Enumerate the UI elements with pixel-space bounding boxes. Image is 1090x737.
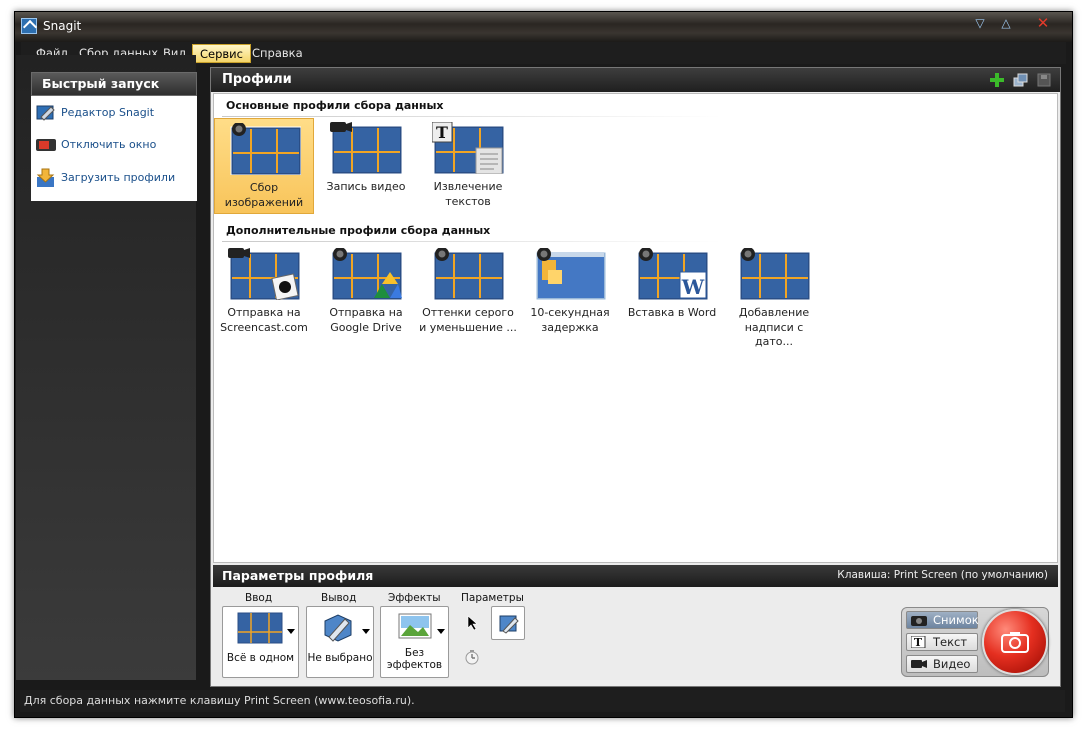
caption-icon	[739, 248, 810, 300]
quick-start-sidebar: Быстрый запуск Редактор Snagit Отключить…	[16, 55, 197, 680]
effects-value-line2: эффектов	[386, 659, 443, 671]
options-button[interactable]	[491, 606, 525, 640]
quick-start-label: Редактор Snagit	[61, 106, 155, 119]
timer-icon	[535, 248, 606, 300]
profile-label: Вставка в Word	[627, 306, 717, 319]
profiles-title: Профили	[222, 72, 292, 87]
quick-start-item-disable-window[interactable]: Отключить окно	[35, 133, 195, 157]
section-divider	[222, 116, 722, 117]
quick-start-label: Загрузить профили	[61, 171, 176, 184]
profile-google-drive[interactable]: Отправка на Google Drive	[316, 244, 416, 340]
effects-value-line1: Без	[404, 647, 425, 659]
status-bar: Для сбора данных нажмите клавишу Print S…	[20, 690, 1065, 712]
grayscale-icon	[433, 248, 504, 300]
input-selector[interactable]: Всё в одном	[222, 606, 299, 678]
chevron-down-icon	[362, 629, 370, 634]
menu-service[interactable]: Сервис	[192, 44, 251, 63]
google-drive-icon	[331, 248, 402, 300]
title-bar[interactable]: Snagit ▽ △ ✕	[15, 12, 1072, 42]
load-profiles-icon	[36, 168, 55, 187]
mode-label: Снимок	[933, 613, 979, 627]
input-all-in-one-icon	[237, 612, 283, 644]
capture-control: Снимок T Текст Видео	[901, 607, 1049, 677]
cursor-icon[interactable]	[467, 615, 479, 631]
restore-icon[interactable]: △	[995, 14, 1017, 32]
chevron-down-icon	[437, 629, 445, 634]
quick-start-header: Быстрый запуск	[31, 72, 197, 96]
input-label: Ввод	[245, 592, 273, 604]
capture-button[interactable]	[982, 609, 1048, 675]
profile-grayscale[interactable]: Оттенки серого и уменьшение ...	[418, 244, 518, 340]
camera-icon	[230, 123, 301, 175]
text-icon: T	[911, 636, 926, 648]
profile-image-capture[interactable]: Сбор изображений	[214, 118, 314, 214]
video-camera-icon	[911, 660, 927, 668]
quick-start-item-load-profiles[interactable]: Загрузить профили	[35, 166, 195, 190]
output-label: Вывод	[321, 592, 357, 604]
profile-screencast[interactable]: Отправка на Screencast.com	[214, 244, 314, 340]
profile-video-recording[interactable]: Запись видео	[316, 118, 416, 214]
mode-label: Видео	[933, 657, 971, 671]
profile-label: Сбор изображений	[224, 181, 304, 209]
timer-icon[interactable]	[464, 649, 480, 665]
minimize-icon[interactable]: ▽	[969, 14, 991, 32]
profiles-area: Основные профили сбора данных Сбор изобра…	[213, 93, 1058, 563]
menu-help[interactable]: Справка	[245, 44, 310, 63]
basic-profiles-title: Основные профили сбора данных	[226, 99, 444, 112]
video-camera-icon	[330, 122, 402, 174]
snagit-editor-icon	[36, 105, 55, 121]
profile-label: Добавление надписи с дато...	[738, 306, 810, 348]
effects-label: Эффекты	[388, 592, 441, 604]
text-icon: T	[432, 122, 504, 174]
quick-start-label: Отключить окно	[61, 138, 157, 151]
effects-icon	[398, 613, 432, 639]
window-title: Snagit	[43, 19, 82, 33]
save-profile-icon[interactable]	[1036, 72, 1052, 88]
mode-video-button[interactable]: Видео	[906, 655, 978, 673]
profile-settings-header: Параметры профиля Клавиша: Print Screen …	[213, 565, 1058, 587]
svg-text:T: T	[914, 636, 923, 648]
extra-profiles-title: Дополнительные профили сбора данных	[226, 224, 491, 237]
main-panel: Профили Основные профили сбора данных Сб…	[210, 67, 1061, 687]
svg-text:T: T	[436, 123, 448, 142]
snagit-editor-icon	[499, 615, 519, 634]
profile-label: Оттенки серого и уменьшение ...	[419, 306, 517, 334]
output-selector[interactable]: Не выбрано	[306, 606, 374, 678]
output-value: Не выбрано	[307, 652, 373, 664]
profile-label: Извлечение текстов	[433, 180, 503, 208]
mode-image-button[interactable]: Снимок	[906, 611, 979, 629]
profile-label: Запись видео	[326, 180, 406, 193]
hotkey-hint: Клавиша: Print Screen (по умолчанию)	[837, 569, 1048, 581]
camera-icon	[1001, 632, 1029, 653]
profile-10s-delay[interactable]: 10-секундная задержка	[520, 244, 620, 340]
quick-start-item-editor[interactable]: Редактор Snagit	[35, 101, 195, 125]
svg-text:W: W	[681, 275, 705, 299]
close-icon[interactable]: ✕	[1032, 14, 1054, 32]
profile-text-extraction[interactable]: T Извлечение текстов	[418, 118, 518, 214]
manage-profiles-icon[interactable]	[1013, 72, 1029, 88]
word-icon: W	[637, 248, 708, 300]
mode-label: Текст	[933, 635, 968, 649]
snagit-app-icon	[21, 18, 37, 34]
profile-label: Отправка на Google Drive	[329, 306, 403, 334]
mode-text-button[interactable]: T Текст	[906, 633, 978, 651]
profile-settings-area: Ввод Всё в одном Вывод Не выбрано Эффект…	[213, 587, 1058, 683]
effects-selector[interactable]: Без эффектов	[380, 606, 449, 678]
profile-caption-date[interactable]: Добавление надписи с дато...	[724, 244, 824, 348]
output-editor-icon	[324, 614, 352, 642]
add-profile-icon[interactable]	[989, 72, 1005, 88]
options-label: Параметры	[461, 592, 524, 604]
profile-label: Отправка на Screencast.com	[220, 306, 308, 334]
camera-icon	[911, 616, 927, 626]
quick-start-panel: Редактор Snagit Отключить окно Загрузить…	[31, 96, 197, 201]
input-value: Всё в одном	[226, 652, 295, 664]
profile-settings-title: Параметры профиля	[222, 568, 374, 583]
profiles-header: Профили	[211, 68, 1060, 92]
profile-insert-word[interactable]: W Вставка в Word	[622, 244, 722, 340]
section-divider	[222, 241, 722, 242]
profile-label: 10-секундная задержка	[530, 306, 610, 334]
chevron-down-icon	[287, 629, 295, 634]
disable-window-icon	[36, 139, 56, 151]
screencast-icon	[228, 248, 300, 300]
